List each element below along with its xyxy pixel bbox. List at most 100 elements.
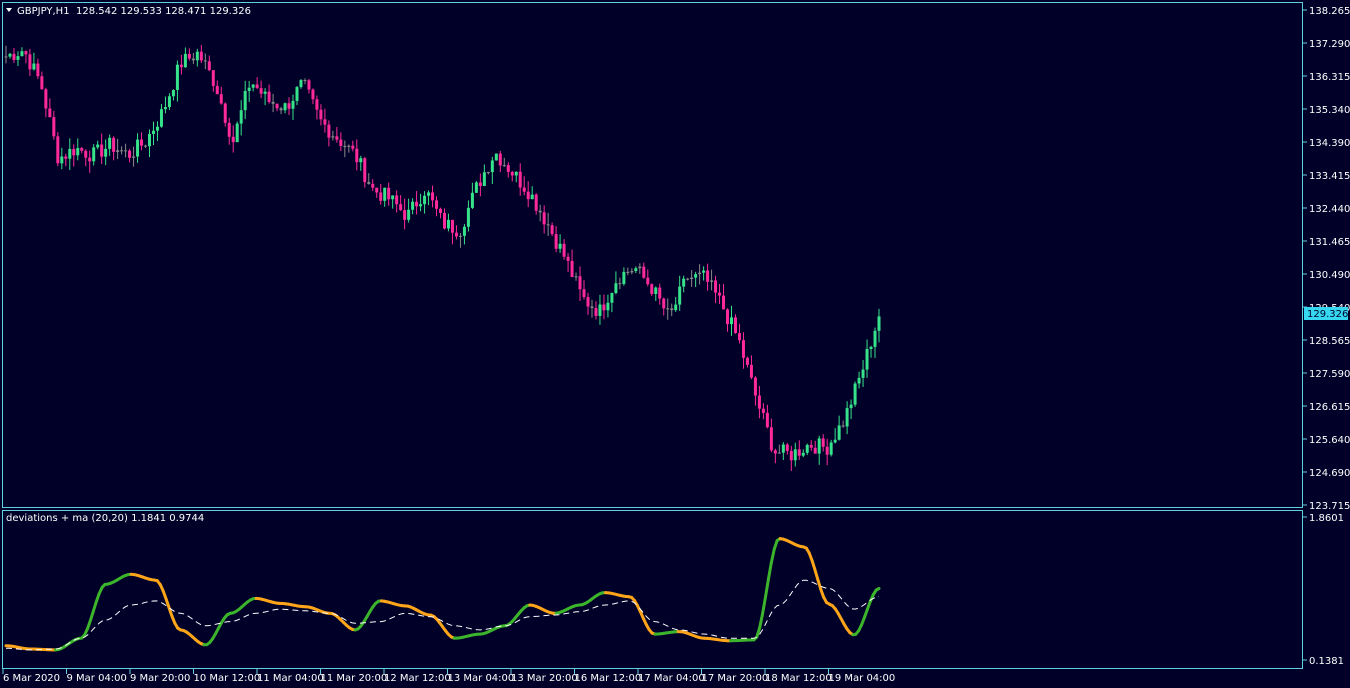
candle-body (411, 201, 415, 210)
candle-body (128, 150, 132, 158)
candle-body (678, 286, 682, 305)
candle-body (100, 144, 104, 157)
time-tick-label: 13 Mar 20:00 (511, 673, 578, 684)
candle-body (435, 200, 439, 209)
candle-body (829, 442, 833, 455)
candle-body (56, 136, 60, 164)
candle-body (307, 80, 311, 90)
candle-body (797, 449, 801, 456)
candle-body (271, 101, 275, 104)
current-price-value: 129.326 (1307, 309, 1348, 320)
candle-body (853, 383, 857, 405)
candle-body (670, 308, 674, 311)
candle-body (726, 309, 730, 325)
candle-body (737, 333, 741, 341)
candle-body (821, 438, 825, 447)
candle-body (223, 103, 227, 123)
candle-body (825, 446, 829, 455)
candle-body (550, 225, 554, 235)
candle-body (566, 256, 570, 261)
candle-body (658, 287, 662, 299)
candle-body (526, 191, 530, 200)
price-tick-label: 135.340 (1309, 105, 1350, 116)
price-tick-label: 124.690 (1309, 468, 1350, 479)
candle-body (359, 158, 363, 163)
candle-body (833, 439, 837, 443)
deviation-line-segment (874, 586, 881, 592)
candle-body (231, 136, 235, 143)
candle-body (554, 234, 558, 249)
candle-body (686, 278, 690, 280)
candle-body (287, 103, 291, 109)
time-tick-label: 18 Mar 12:00 (765, 673, 832, 684)
candle-body (140, 139, 144, 146)
trading-chart-window: GBPJPY,H1 128.542 129.533 128.471 129.32… (0, 0, 1350, 688)
candle-body (52, 117, 56, 137)
candle-body (40, 76, 44, 90)
candle-body (4, 56, 8, 58)
candle-body (602, 304, 606, 311)
candle-body (415, 201, 419, 207)
candle-body (805, 444, 809, 453)
candle-body (470, 192, 474, 208)
candle-body (817, 438, 821, 454)
candle-body (690, 277, 694, 280)
candle-body (809, 444, 813, 448)
candle-body (235, 123, 239, 143)
price-tick-label: 137.290 (1309, 39, 1350, 50)
candle-body (650, 284, 654, 294)
candle-body (132, 156, 136, 158)
candle-body (861, 369, 865, 378)
candle-body (534, 194, 538, 211)
candle-body (793, 449, 797, 461)
candle-body (331, 136, 335, 138)
candle-body (335, 136, 339, 140)
candle-body (399, 204, 403, 211)
time-tick-label: 19 Mar 04:00 (829, 673, 896, 684)
candle-body (502, 165, 506, 167)
time-tick-label: 12 Mar 12:00 (384, 673, 451, 684)
candle-body (662, 298, 666, 309)
time-tick-label: 11 Mar 04:00 (257, 673, 324, 684)
candle-body (84, 150, 88, 158)
ohlc-readout: 128.542 129.533 128.471 129.326 (76, 6, 251, 17)
candle-body (207, 61, 211, 71)
candle-body (494, 153, 498, 161)
time-tick-label: 17 Mar 04:00 (638, 673, 705, 684)
candle-body (694, 274, 698, 278)
candle-body (163, 107, 167, 110)
price-tick-label: 130.490 (1309, 270, 1350, 281)
candle-body (877, 316, 881, 331)
candle-body (574, 276, 578, 278)
candle-body (24, 51, 28, 55)
candle-body (88, 157, 92, 162)
candle-body (606, 302, 610, 311)
candle-body (757, 395, 761, 409)
candle-body (76, 148, 80, 156)
candle-body (442, 212, 446, 229)
candle-body (151, 130, 155, 134)
candle-body (275, 103, 279, 109)
candle-body (769, 427, 773, 451)
candle-body (311, 89, 315, 100)
candle-body (753, 377, 757, 396)
candle-body (570, 260, 574, 278)
candle-body (155, 126, 159, 131)
candle-body (419, 204, 423, 207)
candle-body (72, 148, 76, 156)
candle-body (183, 53, 187, 68)
candle-body (530, 194, 534, 200)
candle-body (315, 99, 319, 110)
candle-body (590, 306, 594, 309)
candle-body (506, 165, 510, 172)
price-tick-label: 138.265 (1309, 6, 1350, 17)
indicator-scale-bottom: 0.1381 (1309, 656, 1344, 667)
candle-body (211, 70, 215, 86)
candle-body (857, 377, 861, 384)
candle-body (765, 412, 769, 428)
time-tick-label: 13 Mar 04:00 (448, 673, 515, 684)
candle-body (578, 276, 582, 290)
candle-body (741, 340, 745, 358)
candle-body (466, 207, 470, 227)
candle-body (777, 452, 781, 454)
